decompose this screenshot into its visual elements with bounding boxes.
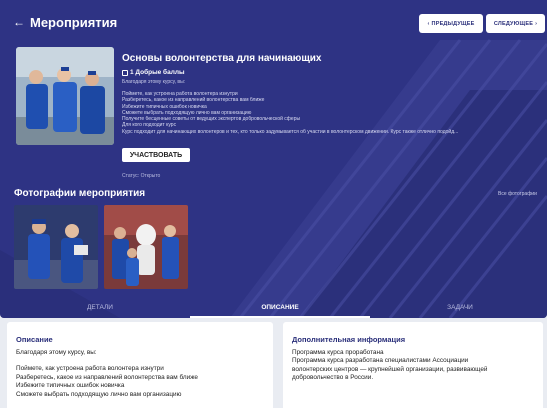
points-label: 1 Добрые баллы	[130, 69, 185, 76]
bookmark-icon	[122, 69, 128, 76]
tab-bar: ДЕТАЛИ ОПИСАНИЕ ЗАДАЧИ	[0, 296, 547, 318]
description-lead: Благодаря этому курсу, вы:	[16, 349, 97, 356]
course-title: Основы волонтерства для начинающих	[122, 53, 322, 64]
page-title: Мероприятия	[30, 15, 118, 30]
description-text: Благодаря этому курсу, вы: Поймете, как …	[16, 349, 264, 399]
arrow-left-icon[interactable]: ←	[13, 15, 25, 29]
list-item: Разберетесь, какое из направлений волонт…	[16, 373, 198, 381]
tab-details[interactable]: ДЕТАЛИ	[20, 296, 180, 318]
next-button[interactable]: СЛЕДУЮЩЕЕ ›	[486, 14, 545, 33]
chevron-right-icon: ›	[535, 20, 538, 27]
description-card: Описание Благодаря этому курсу, вы: Пойм…	[7, 322, 273, 408]
list-item: Поймете, как устроена работа волонтера и…	[16, 365, 164, 373]
status-text: Статус: Открыто	[122, 173, 161, 179]
previous-button-label: ПРЕДЫДУЩЕЕ	[431, 20, 475, 27]
list-item: добровольчество в России.	[292, 374, 374, 382]
additional-info-title: Дополнительная информация	[292, 335, 406, 344]
event-photo[interactable]	[14, 205, 98, 289]
list-item: Сможете выбрать подходящую лично вам орг…	[16, 390, 182, 398]
participate-button[interactable]: УЧАСТВОВАТЬ	[122, 148, 190, 162]
next-button-label: СЛЕДУЮЩЕЕ	[493, 20, 534, 27]
list-item: Курс подходит для начинающих волонтеров …	[122, 128, 459, 135]
course-photo	[16, 47, 114, 145]
description-title: Описание	[16, 335, 53, 344]
event-photo[interactable]	[104, 205, 188, 289]
list-item: Избежите типичных ошибок новичка	[16, 382, 125, 390]
course-description-list: Поймете, как устроена работа волонтера и…	[122, 91, 542, 135]
list-item: Программа курса разработана специалистам…	[292, 357, 469, 365]
active-tab-indicator	[190, 316, 370, 318]
tab-description[interactable]: ОПИСАНИЕ	[190, 296, 370, 318]
photos-section-title: Фотографии мероприятия	[14, 188, 146, 199]
list-item: волонтерских центров — крупнейшей органи…	[292, 365, 488, 373]
additional-info-text: Программа курса проработана Программа ку…	[292, 349, 534, 383]
top-bar: ← Мероприятия ‹ ПРЕДЫДУЩЕЕ СЛЕДУЮЩЕЕ ›	[0, 0, 547, 46]
points-info: 1 Добрые баллы	[122, 69, 185, 76]
hero-banner: ← Мероприятия ‹ ПРЕДЫДУЩЕЕ СЛЕДУЮЩЕЕ › О…	[0, 0, 547, 318]
all-photos-link[interactable]: Все фотографии	[498, 191, 537, 197]
chevron-left-icon: ‹	[427, 20, 430, 27]
course-lead: Благодаря этому курсу, вы:	[122, 79, 186, 85]
tab-tasks[interactable]: ЗАДАЧИ	[380, 296, 540, 318]
previous-button[interactable]: ‹ ПРЕДЫДУЩЕЕ	[419, 14, 483, 33]
additional-info-card: Дополнительная информация Программа курс…	[283, 322, 543, 408]
list-item: Программа курса проработана	[292, 349, 384, 356]
